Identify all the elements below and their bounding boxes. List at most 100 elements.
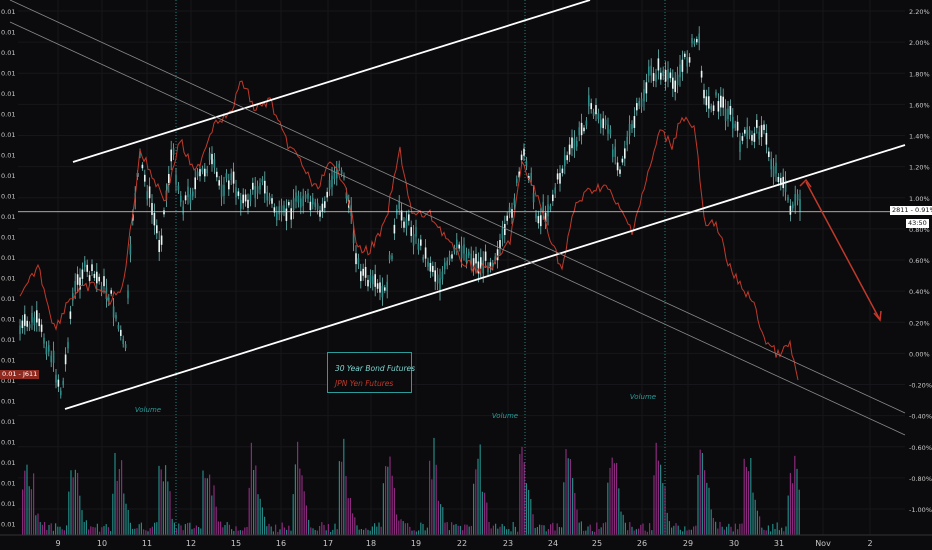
bond-candle-body [120, 329, 122, 336]
volume-bar [629, 522, 631, 535]
volume-bar [567, 458, 569, 535]
bond-candle-body [564, 155, 566, 167]
bond-candle-body [86, 264, 88, 272]
bond-candle-body [664, 69, 667, 82]
volume-bar [415, 531, 417, 535]
bond-candle-body [501, 228, 504, 239]
bond-candle-body [710, 106, 712, 110]
volume-bar [365, 528, 367, 535]
bond-candle-body [624, 148, 626, 159]
volume-bar [275, 524, 277, 535]
x-tick-label: 24 [548, 539, 558, 548]
bond-candle-body [410, 227, 412, 236]
volume-bar [550, 524, 552, 535]
volume-bar [79, 495, 81, 535]
bond-candle-body [768, 151, 770, 158]
bond-candle-body [676, 74, 679, 86]
volume-bar [666, 512, 668, 535]
volume-bar [338, 461, 340, 535]
bond-candle-body [314, 202, 316, 207]
bond-candle-body [324, 201, 326, 208]
right-axis-label: -0.60% [909, 444, 932, 452]
volume-bar [682, 531, 684, 535]
volume-bar [442, 507, 444, 535]
volume-bar [143, 529, 145, 535]
volume-bar [783, 531, 785, 535]
bond-candle-body [597, 113, 600, 119]
volume-bar [363, 529, 365, 535]
right-axis-label: -1.00% [909, 506, 932, 514]
volume-bar [292, 494, 294, 535]
left-axis-label: 0.01 [1, 316, 15, 324]
bond-candle-body [261, 178, 264, 183]
volume-bar [198, 526, 200, 535]
volume-bar [301, 475, 303, 535]
volume-bar [358, 529, 360, 535]
bond-candle-body [266, 192, 268, 201]
bond-candle-body [360, 271, 362, 282]
bond-candle-body [708, 96, 710, 109]
right-axis-label: 1.60% [909, 101, 930, 109]
left-axis-label: 0.01 [1, 275, 15, 283]
volume-bar [798, 489, 800, 535]
volume-bar [712, 517, 714, 535]
volume-bar [792, 483, 794, 535]
bond-candle-body [650, 65, 652, 76]
bond-candle-body [681, 59, 684, 72]
volume-bar [310, 527, 312, 535]
volume-bar [132, 528, 134, 535]
volume-bar [730, 526, 732, 535]
bond-candle-body [115, 314, 117, 319]
bond-candle-body [170, 149, 172, 162]
volume-bar [261, 507, 263, 535]
bond-candle-body [321, 203, 324, 212]
bond-candle-body [456, 239, 458, 249]
bond-candle-body [297, 195, 300, 203]
bond-candle-body [144, 174, 146, 182]
left-axis-label: 0.01 [1, 193, 15, 201]
volume-bar [462, 530, 464, 535]
volume-bar [750, 458, 752, 535]
bond-candle-body [633, 116, 636, 128]
bond-candle-body [391, 255, 393, 259]
bond-candle-body [204, 168, 206, 177]
volume-bar [785, 526, 787, 535]
volume-bar [622, 514, 624, 535]
volume-bar [759, 516, 761, 535]
volume-label: Volume [630, 393, 656, 401]
bond-candle-body [525, 160, 528, 167]
bond-candle-body [775, 162, 777, 174]
volume-bar [63, 530, 65, 535]
volume-bar [552, 522, 554, 535]
volume-bar [767, 525, 769, 535]
bond-candle-body [57, 379, 60, 387]
bond-candle-body [417, 243, 420, 250]
volume-bar [371, 526, 373, 535]
volume-bar [374, 523, 376, 535]
volume-bar [264, 516, 266, 535]
bond-candle-body [556, 173, 559, 180]
bond-candle-body [271, 198, 273, 204]
bond-candle-body [585, 120, 588, 126]
bond-candle-body [374, 274, 376, 287]
bond-candle-body [787, 197, 789, 201]
volume-bar [774, 529, 776, 535]
bond-candle-body [244, 194, 247, 202]
bond-candle-body [201, 168, 204, 172]
x-tick-label: 2 [867, 539, 872, 548]
volume-bar [327, 524, 329, 535]
volume-bar [215, 506, 217, 535]
volume-bar [44, 521, 46, 535]
bond-candle-body [187, 186, 189, 197]
bond-candle-body [420, 239, 422, 246]
price-chart[interactable]: 2.20%2.00%1.80%1.60%1.40%1.20%1.00%0.80%… [0, 0, 932, 550]
bond-candle-body [127, 290, 129, 299]
x-tick-label: 18 [366, 539, 376, 548]
volume-bar [756, 510, 758, 535]
bond-candle-body [732, 116, 734, 129]
right-axis: 2.20%2.00%1.80%1.60%1.40%1.20%1.00%0.80%… [909, 8, 932, 514]
volume-bar [136, 528, 138, 535]
volume-bar [422, 523, 424, 535]
bond-candle-body [216, 171, 218, 178]
bond-candle-body [465, 253, 468, 263]
